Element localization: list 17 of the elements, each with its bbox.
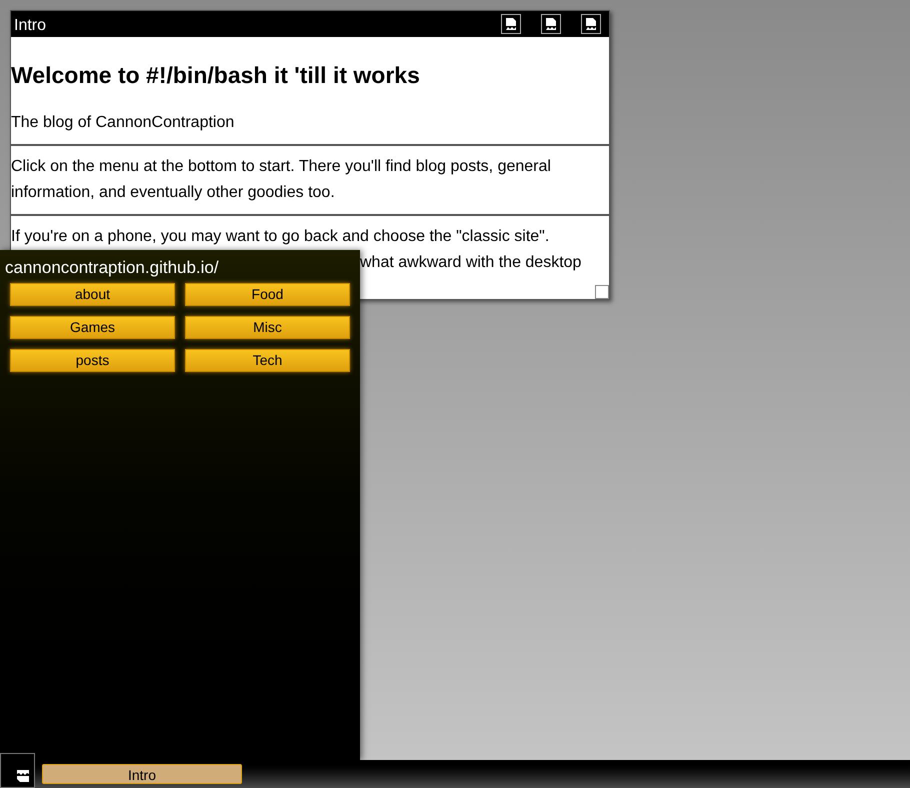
paragraph-fragment: what awkward with the desktop xyxy=(360,252,582,273)
menu-button[interactable]: about xyxy=(10,283,175,306)
paragraph: If you're on a phone, you may want to go back and choose the "classic site". xyxy=(11,226,550,247)
menu-button[interactable]: Food xyxy=(185,283,350,306)
page-heading: Welcome to #!/bin/bash it 'till it works xyxy=(11,61,421,90)
paragraph: The blog of CannonContraption xyxy=(11,112,236,133)
menu-button[interactable]: Tech xyxy=(185,349,350,372)
resize-grip[interactable] xyxy=(595,285,609,299)
menu-button[interactable]: Misc xyxy=(185,316,350,339)
menu-button[interactable]: Games xyxy=(10,316,175,339)
paragraph: Click on the menu at the bottom to start. There you'll find blog posts, general information, and eventually other goodies too. xyxy=(11,156,552,203)
window-title: Intro xyxy=(14,18,46,34)
start-button[interactable] xyxy=(0,753,35,788)
picture-icon xyxy=(17,770,29,782)
menu-button[interactable]: posts xyxy=(10,349,175,372)
task-button[interactable]: Intro xyxy=(42,764,242,784)
menu-title: cannoncontraption.github.io/ xyxy=(5,258,220,278)
